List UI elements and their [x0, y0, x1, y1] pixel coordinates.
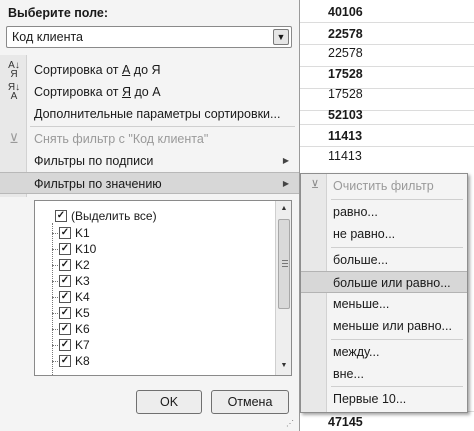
scroll-up-icon[interactable]: ▲: [277, 202, 291, 216]
filter-equals-item[interactable]: равно...: [301, 201, 467, 223]
filter-less-item[interactable]: меньше...: [301, 293, 467, 315]
grid-line: [300, 110, 474, 111]
tree-connector: [52, 223, 53, 375]
cell-value[interactable]: 22578: [328, 24, 363, 44]
grid-line: [300, 22, 474, 23]
pivot-filter-menu: Выберите поле: Код клиента ▼ А↓ Я Сортиро…: [0, 0, 300, 431]
field-select-value: Код клиента: [12, 30, 84, 44]
tree-connector: [52, 329, 58, 330]
filter-less-or-equal-item[interactable]: меньше или равно...: [301, 315, 467, 337]
more-sort-options-label: Дополнительные параметры сортировки...: [34, 107, 281, 121]
label-filters-label: Фильтры по подписи: [34, 154, 154, 168]
filter-not-equals-item[interactable]: не равно...: [301, 223, 467, 245]
tree-connector: [52, 361, 58, 362]
submenu-arrow-icon: ▶: [282, 156, 289, 165]
value-filters-submenu: ⊻ Очистить фильтр равно... не равно... б…: [300, 173, 468, 413]
tree-connector: [52, 345, 58, 346]
checkbox-icon[interactable]: ✓: [55, 210, 67, 222]
cancel-button[interactable]: Отмена: [211, 390, 289, 414]
menu-separator: [331, 247, 463, 248]
grid-line: [300, 124, 474, 125]
tree-connector: [52, 297, 58, 298]
tree-connector: [52, 313, 58, 314]
list-scrollbar[interactable]: ▲ ▼: [275, 201, 291, 375]
sort-za-label: Сортировка от Я до А: [34, 85, 161, 99]
checkbox-icon[interactable]: ✓: [59, 339, 71, 351]
grid-line: [300, 66, 474, 67]
filter-between-item[interactable]: между...: [301, 341, 467, 363]
submenu-arrow-icon: ▶: [282, 179, 289, 188]
cell-value[interactable]: 11413: [328, 146, 362, 166]
value-filters-item[interactable]: Фильтры по значению ▶: [0, 172, 299, 194]
checkbox-icon[interactable]: ✓: [59, 291, 71, 303]
cell-value[interactable]: 47145: [328, 412, 363, 431]
clear-filter-subitem[interactable]: ⊻ Очистить фильтр: [301, 175, 467, 197]
checkbox-icon[interactable]: ✓: [59, 307, 71, 319]
checkbox-icon[interactable]: ✓: [59, 243, 71, 255]
scroll-down-icon[interactable]: ▼: [277, 359, 291, 373]
clear-filter-icon: ⊻: [310, 179, 320, 191]
cell-value[interactable]: 11413: [328, 126, 362, 146]
grid-line: [300, 88, 474, 89]
sort-az-label: Сортировка от А до Я: [34, 63, 161, 77]
menu-separator: [331, 339, 463, 340]
field-select-label: Выберите поле:: [8, 6, 109, 20]
checkbox-icon[interactable]: ✓: [59, 323, 71, 335]
checkbox-icon[interactable]: ✓: [59, 227, 71, 239]
label-filters-item[interactable]: Фильтры по подписи ▶: [0, 150, 299, 172]
cell-value[interactable]: 22578: [328, 43, 363, 63]
grid-line: [300, 44, 474, 45]
cell-value[interactable]: 52103: [328, 105, 363, 125]
scrollbar-thumb[interactable]: [278, 219, 290, 309]
cell-value[interactable]: 40106: [328, 2, 363, 22]
sort-za-item[interactable]: Я↓ А Сортировка от Я до А: [0, 81, 299, 103]
filter-greater-or-equal-item[interactable]: больше или равно...: [301, 271, 467, 293]
clear-filter-icon: ⊻: [9, 131, 19, 146]
dropdown-arrow-icon[interactable]: ▼: [273, 29, 289, 45]
sort-az-icon: А↓ Я: [8, 60, 20, 80]
clear-filter-label: Снять фильтр с "Код клиента": [34, 132, 209, 146]
filter-value-list[interactable]: ✓ (Выделить все) ✓ K1 ✓ K10 ✓ K2 ✓ K3 ✓ …: [34, 200, 292, 376]
value-filters-label: Фильтры по значению: [34, 177, 162, 191]
tree-connector: [52, 281, 58, 282]
filter-top-10-item[interactable]: Первые 10...: [301, 388, 467, 410]
tree-connector: [52, 249, 58, 250]
checkbox-icon[interactable]: ✓: [59, 355, 71, 367]
sort-az-item[interactable]: А↓ Я Сортировка от А до Я: [0, 59, 299, 81]
clear-filter-item[interactable]: ⊻ Снять фильтр с "Код клиента": [0, 128, 299, 150]
cell-value[interactable]: 17528: [328, 64, 363, 84]
resize-grip-icon[interactable]: ⋰: [286, 419, 294, 428]
more-sort-options-item[interactable]: Дополнительные параметры сортировки...: [0, 103, 299, 125]
checkbox-icon[interactable]: ✓: [59, 275, 71, 287]
menu-separator: [331, 199, 463, 200]
tree-connector: [52, 265, 58, 266]
filter-greater-item[interactable]: больше...: [301, 249, 467, 271]
checkbox-icon[interactable]: ✓: [59, 259, 71, 271]
cell-value[interactable]: 17528: [328, 84, 363, 104]
field-select[interactable]: Код клиента ▼: [6, 26, 292, 48]
grid-line: [300, 146, 474, 147]
tree-connector: [52, 233, 58, 234]
sort-za-icon: Я↓ А: [7, 82, 21, 102]
filter-outside-item[interactable]: вне...: [301, 363, 467, 385]
menu-separator: [331, 386, 463, 387]
ok-button[interactable]: OK: [136, 390, 202, 414]
menu-separator: [30, 126, 295, 127]
